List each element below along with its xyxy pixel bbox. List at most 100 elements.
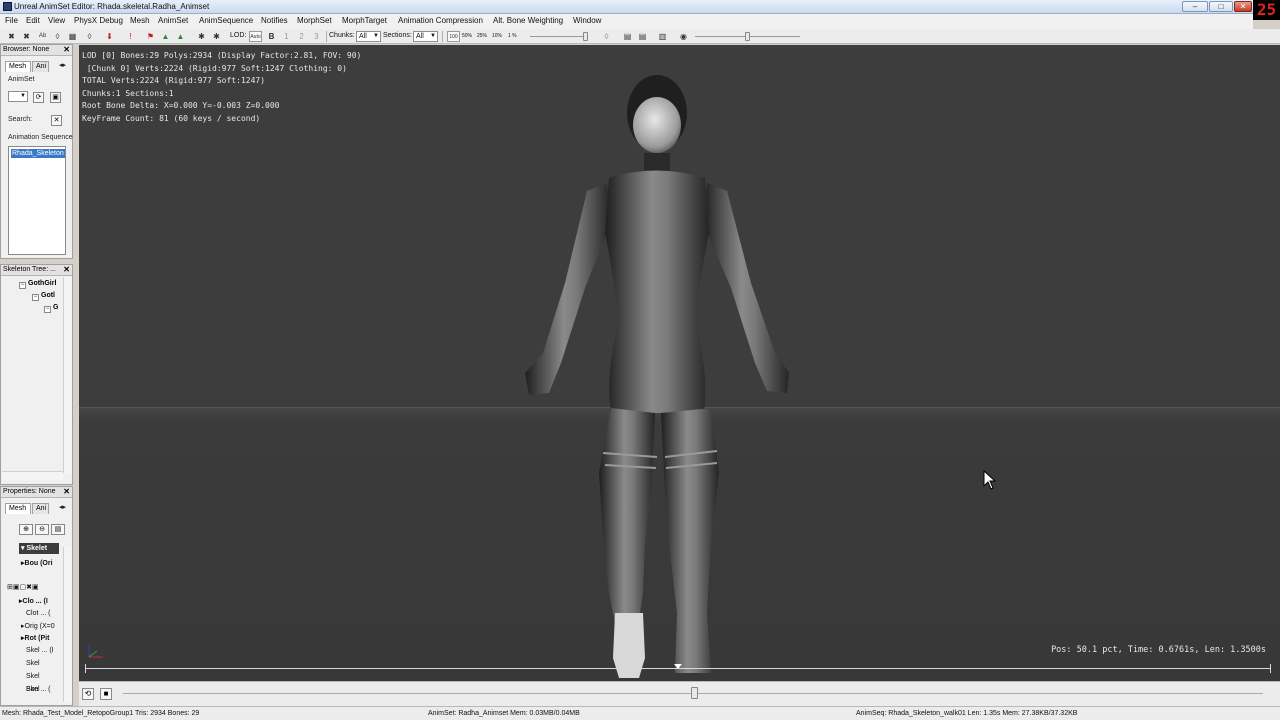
tab-scroll-arrows[interactable]: ◂▸ (59, 503, 66, 511)
bone-names-icon[interactable]: ✖ (21, 31, 32, 42)
minimize-button[interactable]: – (1182, 1, 1208, 12)
trash-icon[interactable]: ▥ (657, 31, 668, 42)
collapse-icon[interactable]: − (19, 282, 26, 289)
property-row[interactable]: ▸Bou (Ori (21, 559, 53, 567)
sockets-icon[interactable]: ◊ (84, 31, 95, 42)
eye-icon[interactable]: ◉ (678, 31, 689, 42)
tab-scroll-arrows[interactable]: ◂▸ (59, 61, 66, 69)
menu-window[interactable]: Window (573, 16, 601, 25)
speed-25-button[interactable]: 25% (477, 33, 487, 39)
tab-anim[interactable]: Ani (32, 61, 49, 72)
tab-mesh-properties[interactable]: Mesh (5, 503, 31, 514)
lod-1-button[interactable]: 1 (281, 31, 292, 42)
menu-mesh[interactable]: Mesh (130, 16, 150, 25)
skeleton-tree-hscrollbar[interactable] (2, 471, 63, 480)
property-category-label: Skelet (26, 545, 48, 552)
tree-node[interactable]: − G (44, 304, 58, 313)
menu-morphset[interactable]: MorphSet (297, 16, 332, 25)
tab-anim-properties[interactable]: Ani (32, 503, 49, 514)
speed-1-button[interactable]: 1 % (508, 33, 517, 39)
chunks-select[interactable]: All ▼ (356, 31, 381, 42)
skeleton-tree-vscrollbar[interactable] (63, 277, 72, 473)
tree-node[interactable]: − GothGirl (19, 280, 56, 289)
property-row[interactable]: ▸Orig (X=0 (21, 622, 55, 630)
normals-icon[interactable]: ◊ (52, 31, 63, 42)
sections-select[interactable]: All ▼ (413, 31, 438, 42)
speed-10-button[interactable]: 10% (492, 33, 502, 39)
menu-alt-bone-weighting[interactable]: Alt. Bone Weighting (493, 16, 563, 25)
menu-view[interactable]: View (48, 16, 65, 25)
exclamation-icon[interactable]: ! (125, 31, 136, 42)
close-icon[interactable]: ✕ (63, 487, 70, 496)
collapse-icon[interactable]: − (32, 294, 39, 301)
expand-all-icon[interactable]: ⊕ (19, 524, 33, 535)
property-row[interactable]: ▸Clo ... (I (19, 597, 48, 605)
properties-vscrollbar[interactable] (63, 547, 72, 702)
maximize-button[interactable]: □ (1209, 1, 1233, 12)
ab-icon[interactable]: Ab (37, 31, 48, 42)
close-icon[interactable]: ✕ (63, 45, 70, 54)
close-icon[interactable]: ✕ (63, 265, 70, 274)
green-up-icon[interactable]: ▲ (160, 31, 171, 42)
reference-pose-icon[interactable]: ⬇ (104, 31, 115, 42)
animset-select[interactable]: ▼ (8, 91, 28, 102)
skeleton-icon[interactable]: ✱ (196, 31, 207, 42)
speed-50-button[interactable]: 50% (462, 33, 472, 39)
property-row-last[interactable]: Bon ... ( (26, 686, 51, 693)
collapse-icon[interactable]: − (44, 306, 51, 313)
green-up-alt-icon[interactable]: ▲ (175, 31, 186, 42)
wind-strength-thumb[interactable] (745, 32, 750, 41)
property-row[interactable]: ▸Rot (Pit (21, 634, 49, 642)
flag-icon[interactable]: ⚑ (145, 31, 156, 42)
collapse-all-icon[interactable]: ⊖ (35, 524, 49, 535)
property-row[interactable]: Skel (26, 660, 40, 667)
lod-auto-button[interactable]: Auto (249, 31, 262, 42)
copy-icon[interactable]: ▤ (622, 31, 633, 42)
sections-label: Sections: (383, 32, 412, 39)
animation-sequence-list[interactable]: Rhada_Skeleton (8, 146, 66, 255)
menu-notifies[interactable]: Notifies (261, 16, 288, 25)
property-row[interactable]: Skel (26, 673, 40, 680)
stop-icon[interactable]: ■ (100, 688, 112, 700)
3d-viewport[interactable]: LOD [0] Bones:29 Polys:2934 (Display Fac… (79, 45, 1280, 681)
playback-speed-slider[interactable] (530, 36, 588, 37)
property-row[interactable]: Clot ... ( (26, 610, 51, 617)
menu-animset[interactable]: AnimSet (158, 16, 188, 25)
menu-animation-compression[interactable]: Animation Compression (398, 16, 483, 25)
wireframe-icon[interactable]: ▦ (67, 31, 78, 42)
playback-speed-thumb[interactable] (583, 32, 588, 41)
list-item-selected[interactable]: Rhada_Skeleton (11, 149, 65, 158)
timeline-end-tick (1270, 664, 1271, 673)
lod-3-button[interactable]: 3 (311, 31, 322, 42)
tree-node[interactable]: − Gotl (32, 292, 55, 301)
menu-animsequence[interactable]: AnimSequence (199, 16, 253, 25)
skeleton-alt-icon[interactable]: ✱ (211, 31, 222, 42)
lock-icon[interactable]: ▤ (51, 524, 65, 535)
character-model (525, 75, 789, 678)
scrub-thumb[interactable] (690, 687, 698, 699)
menu-file[interactable]: File (5, 16, 18, 25)
timeline-position-marker[interactable] (674, 664, 682, 669)
lod-2-button[interactable]: 2 (296, 31, 307, 42)
tab-mesh[interactable]: Mesh (5, 61, 31, 72)
bone-display-icon[interactable]: ✖ (6, 31, 17, 42)
close-button[interactable]: ✕ (1234, 1, 1252, 12)
loop-icon[interactable]: ⟲ (82, 688, 94, 700)
lod-bold-button[interactable]: B (266, 31, 277, 42)
menu-morphtarget[interactable]: MorphTarget (342, 16, 387, 25)
property-row-icons[interactable]: ⊞▣▢✖▣ (7, 583, 39, 591)
refresh-icon[interactable]: ⟳ (33, 92, 44, 103)
left-arm (525, 183, 611, 395)
paste-icon[interactable]: ▤ (637, 31, 648, 42)
menu-physx-debug[interactable]: PhysX Debug (74, 16, 123, 25)
clear-search-icon[interactable]: ✕ (51, 115, 62, 126)
right-arm (703, 183, 789, 393)
light-icon[interactable]: ◊ (601, 31, 612, 42)
property-row[interactable]: Skel ... (I (26, 647, 54, 654)
property-category-header[interactable]: ▾ Skelet (19, 543, 59, 554)
speed-100-button[interactable]: 100 (447, 31, 460, 42)
animset-subtab[interactable]: AnimSet (8, 76, 34, 83)
status-animseq-info: AnimSeq: Rhada_Skeleton_walk01 Len: 1.35… (856, 710, 1078, 717)
new-animset-icon[interactable]: ▣ (50, 92, 61, 103)
menu-edit[interactable]: Edit (26, 16, 40, 25)
